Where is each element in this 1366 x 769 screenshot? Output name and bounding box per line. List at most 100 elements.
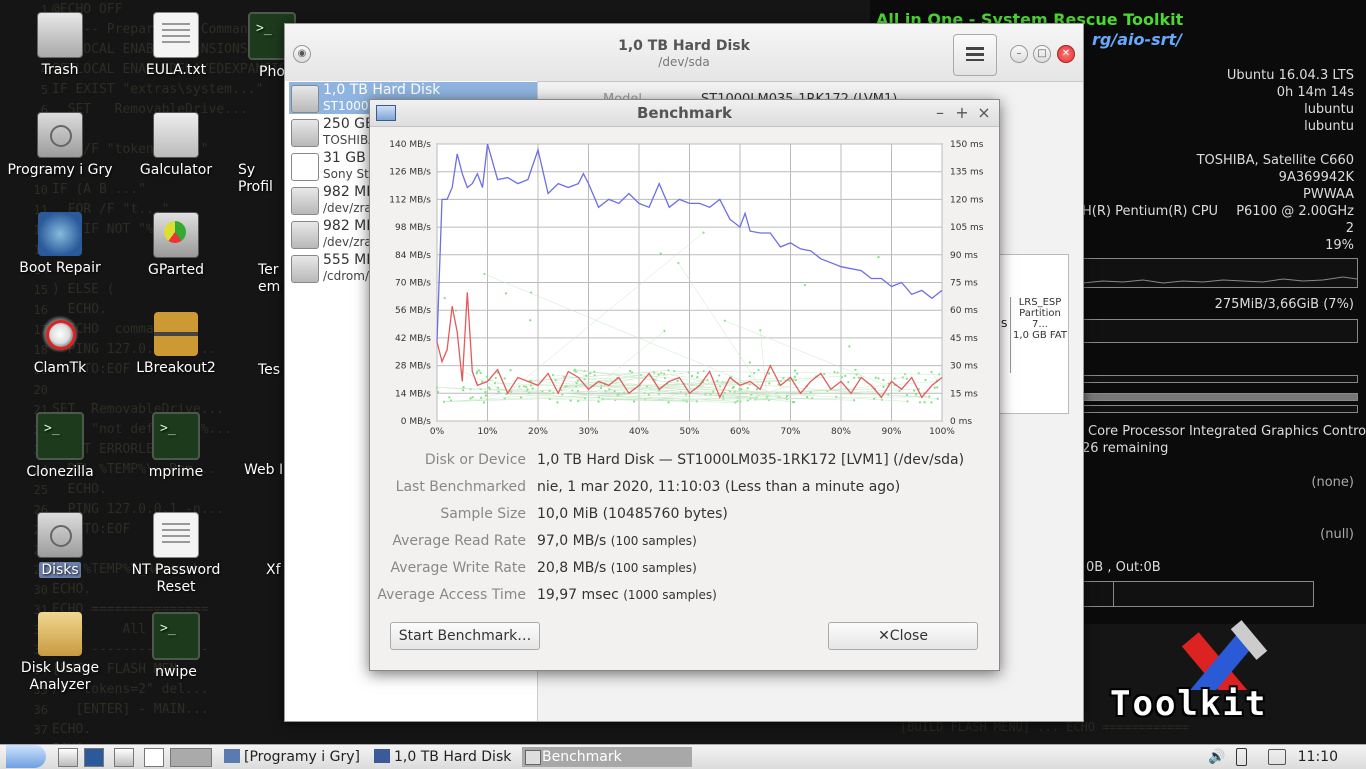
desktop-icon-label: Disk Usage Analyzer: [5, 660, 115, 694]
desktop-icon-trash[interactable]: Trash: [5, 12, 115, 79]
toolkit-link[interactable]: rg/aio-srt/: [1092, 30, 1182, 49]
access-time-point: [462, 389, 464, 391]
access-time-point: [724, 392, 726, 394]
bricks-icon: [154, 312, 198, 356]
workspace-3-icon[interactable]: [170, 748, 212, 767]
close-button[interactable]: ✕Close: [828, 622, 978, 650]
partition-map[interactable]: S LRS_ESP Partition 7... 1,0 GB FAT: [999, 254, 1069, 414]
x-tick-label: 100%: [929, 427, 955, 437]
desktop-icon-label: Disks: [39, 562, 80, 578]
show-desktop-icon[interactable]: [58, 748, 78, 767]
maximize-icon[interactable]: +: [954, 103, 970, 122]
desktop-icon-programy-i-gry[interactable]: Programy i Gry: [5, 112, 115, 179]
network-graph-divider: [1113, 582, 1114, 606]
desktop-icon-label: Sy Profil: [238, 162, 288, 196]
workspace-1-icon[interactable]: [114, 748, 134, 767]
info-key: Average Read Rate: [392, 533, 526, 549]
info-value: 97,0 MB/s (100 samples): [537, 533, 697, 549]
desktop-icon-galculator[interactable]: Galculator: [121, 112, 231, 179]
taskbar-item-hard-disk[interactable]: 1,0 TB Hard Disk: [372, 747, 534, 767]
access-time-point: [749, 375, 751, 377]
desktop-icon-gparted[interactable]: GParted: [121, 212, 231, 279]
info-row-last-benchmarked: Last Benchmarked nie, 1 mar 2020, 11:10:…: [370, 479, 999, 499]
access-time-point: [529, 319, 531, 321]
desktop-icon-clamtk[interactable]: ClamTk: [5, 312, 115, 377]
close-x-icon: ✕: [878, 628, 890, 644]
taskbar-item-label: 1,0 TB Hard Disk: [394, 749, 511, 765]
maximize-button[interactable]: □: [1033, 45, 1051, 63]
desktop-icon-label: ClamTk: [5, 360, 115, 377]
y-left-tick-label: 140 MB/s: [389, 140, 431, 150]
partition-fs: 1,0 GB FAT: [1011, 330, 1069, 341]
access-time-point: [486, 376, 488, 378]
access-time-point: [589, 372, 591, 374]
access-time-point: [848, 345, 850, 347]
access-time-point: [768, 382, 770, 384]
access-time-point: [677, 380, 679, 382]
device-name: 982 MB: [323, 218, 376, 234]
y-right-tick-label: 150 ms: [950, 140, 984, 150]
device-sub: /dev/zra: [323, 235, 372, 249]
info-value-text: 97,0 MB/s: [537, 533, 606, 549]
minimize-icon[interactable]: –: [932, 103, 948, 122]
minimize-button[interactable]: –: [1010, 45, 1028, 63]
partition-block[interactable]: LRS_ESP Partition 7... 1,0 GB FAT: [1010, 297, 1069, 373]
disk-bar-3: [1082, 405, 1358, 413]
y-right-tick-label: 75 ms: [950, 279, 978, 289]
desktop-icon-eula[interactable]: EULA.txt: [121, 12, 231, 79]
taskbar-item-programy[interactable]: [Programy i Gry]: [222, 747, 384, 767]
file-manager-icon[interactable]: [84, 748, 104, 767]
device-name: 555 MB: [323, 252, 376, 268]
access-time-point: [738, 388, 740, 390]
clock[interactable]: 11:10: [1298, 747, 1338, 767]
desktop-icon-mprime[interactable]: mprime: [121, 412, 231, 481]
access-time-point: [478, 369, 480, 371]
access-time-point: [924, 401, 926, 403]
workspace-2-icon[interactable]: [144, 748, 164, 767]
close-icon[interactable]: ×: [976, 103, 992, 122]
close-window-button[interactable]: ✕: [1057, 45, 1075, 63]
device-sub: /cdrom/c: [323, 269, 376, 283]
desktop-icon-sy-profil[interactable]: Sy Profil: [238, 162, 288, 196]
info-value: nie, 1 mar 2020, 11:10:03 (Less than a m…: [537, 479, 900, 495]
access-time-point: [847, 381, 849, 383]
info-note: (1000 samples): [623, 588, 717, 602]
desktop-icon-xf[interactable]: Xf: [266, 562, 286, 579]
benchmark-chart: 0%10%20%30%40%50%60%70%80%90%100%0 MB/s0…: [370, 128, 999, 443]
desktop-icon-boot-repair[interactable]: Boot Repair: [5, 212, 115, 277]
desktop-icon-web[interactable]: Web I: [244, 462, 286, 479]
info-row-read-rate: Average Read Rate 97,0 MB/s (100 samples…: [370, 533, 999, 553]
calculator-icon: [153, 112, 199, 158]
access-time-point: [853, 377, 855, 379]
y-right-tick-label: 135 ms: [950, 168, 984, 178]
desktop-icon-lbreakout2[interactable]: LBreakout2: [121, 312, 231, 377]
desktop-icon-nwipe[interactable]: nwipe: [121, 612, 231, 681]
x-tick-label: 40%: [629, 427, 649, 437]
toolkit-logo: Toolkit: [1110, 620, 1360, 720]
start-menu-icon[interactable]: [6, 745, 46, 768]
battery-icon[interactable]: [1236, 748, 1247, 766]
access-time-point: [531, 387, 533, 389]
cpu-cores: 2: [1346, 221, 1354, 236]
device-name: 250 GB: [323, 116, 375, 132]
start-benchmark-button[interactable]: Start Benchmark…: [390, 622, 540, 650]
desktop-icon-clonezilla[interactable]: Clonezilla: [5, 412, 115, 481]
network-icon[interactable]: [1268, 749, 1286, 765]
info-key: Average Write Rate: [391, 560, 526, 576]
battery-info: 26 remaining: [1082, 441, 1168, 456]
access-time-point: [483, 401, 485, 403]
device-sub: ST1000L: [323, 99, 375, 113]
access-time-point: [915, 393, 917, 395]
volume-icon[interactable]: 🔊: [1208, 749, 1225, 765]
access-time-point: [924, 379, 926, 381]
desktop-icon-nt-password-reset[interactable]: NT Password Reset: [121, 512, 231, 596]
benchmark-dialog: Benchmark – + × 0%10%20%30%40%50%60%70%8…: [369, 99, 1000, 671]
access-time-point: [877, 256, 879, 258]
info-key: Sample Size: [440, 506, 526, 522]
text-file-icon: [153, 512, 199, 558]
hamburger-menu-button[interactable]: [953, 34, 997, 76]
desktop-icon-disks[interactable]: Disks: [5, 512, 115, 579]
desktop-icon-disk-usage-analyzer[interactable]: Disk Usage Analyzer: [5, 612, 115, 694]
disk-bar-2: [1082, 393, 1358, 401]
taskbar-item-benchmark[interactable]: Benchmark: [522, 747, 692, 767]
